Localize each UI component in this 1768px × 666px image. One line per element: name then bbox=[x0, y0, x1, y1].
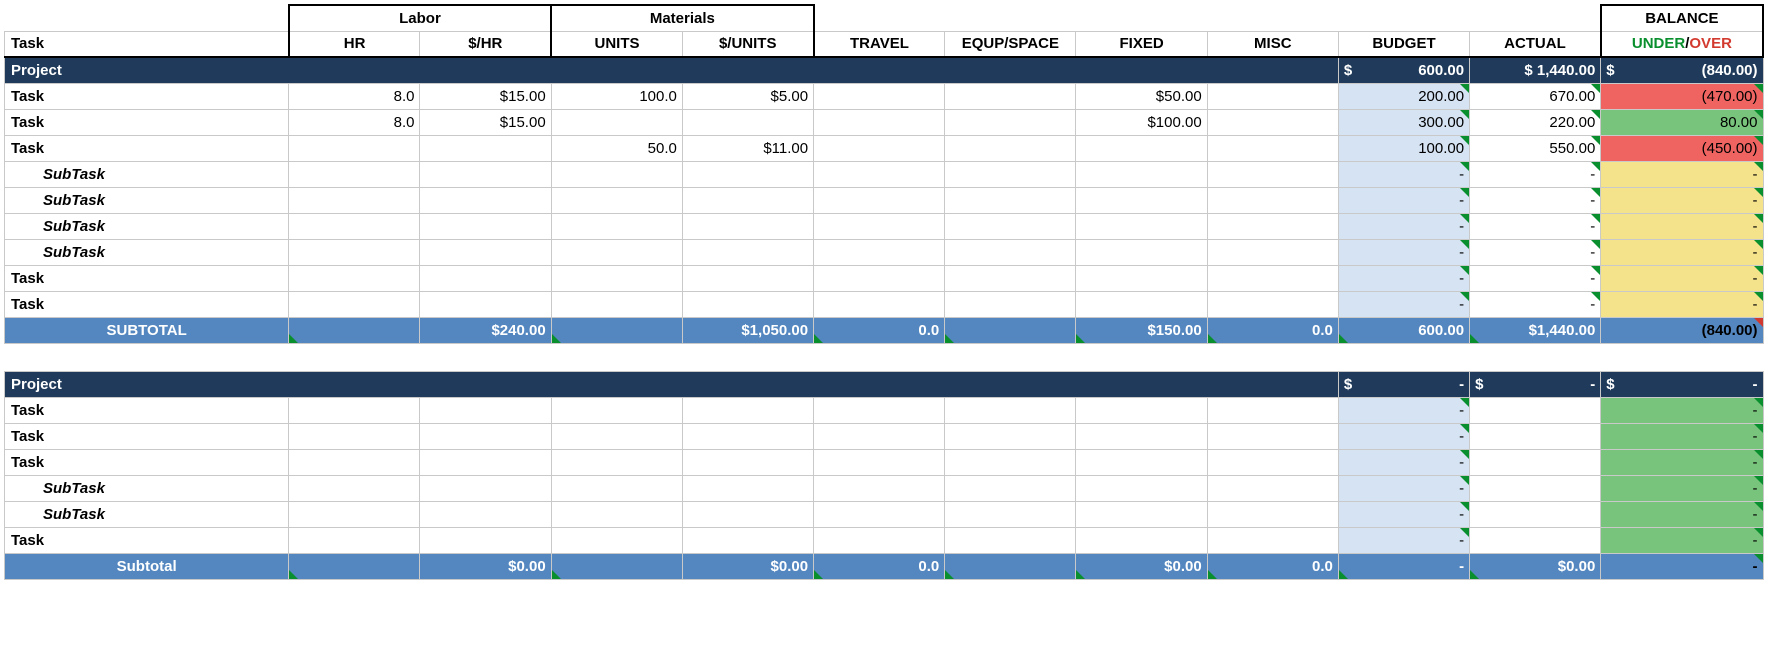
table-row[interactable]: SubTask-- bbox=[5, 501, 1764, 527]
project-row[interactable]: Project $600.00 $ 1,440.00 $(840.00) bbox=[5, 57, 1764, 83]
header-actual: ACTUAL bbox=[1470, 31, 1601, 57]
header-balance-underover: UNDER/OVER bbox=[1601, 31, 1763, 57]
header-materials-group: Materials bbox=[551, 5, 813, 31]
header-fixed: FIXED bbox=[1076, 31, 1207, 57]
table-row[interactable]: Task-- bbox=[5, 397, 1764, 423]
header-travel: TRAVEL bbox=[814, 31, 945, 57]
table-row[interactable]: Task-- bbox=[5, 449, 1764, 475]
table-row[interactable]: Task--- bbox=[5, 291, 1764, 317]
header-labor-group: Labor bbox=[289, 5, 551, 31]
header-materials-rate: $/UNITS bbox=[682, 31, 813, 57]
budget-spreadsheet[interactable]: Labor Materials BALANCE Task HR $/HR UNI… bbox=[4, 4, 1764, 580]
table-row[interactable]: SubTask--- bbox=[5, 161, 1764, 187]
table-row[interactable]: SubTask-- bbox=[5, 475, 1764, 501]
table-row[interactable]: SubTask--- bbox=[5, 239, 1764, 265]
header-labor-hr: HR bbox=[289, 31, 420, 57]
table-row[interactable]: SubTask--- bbox=[5, 187, 1764, 213]
table-row[interactable]: Task50.0$11.00100.00550.00(450.00) bbox=[5, 135, 1764, 161]
header-labor-rate: $/HR bbox=[420, 31, 551, 57]
table-row[interactable]: Task-- bbox=[5, 423, 1764, 449]
header-materials-units: UNITS bbox=[551, 31, 682, 57]
header-task: Task bbox=[5, 31, 289, 57]
header-equp: EQUP/SPACE bbox=[945, 31, 1076, 57]
table-row[interactable]: Task8.0$15.00$100.00300.00220.0080.00 bbox=[5, 109, 1764, 135]
table-row[interactable]: SubTask--- bbox=[5, 213, 1764, 239]
subtotal-row: SUBTOTAL $240.00 $1,050.00 0.0 $150.00 0… bbox=[5, 317, 1764, 343]
subtotal-row: Subtotal $0.00 $0.00 0.0 $0.00 0.0 - $0.… bbox=[5, 553, 1764, 579]
table-row[interactable]: Task--- bbox=[5, 265, 1764, 291]
header-budget: BUDGET bbox=[1338, 31, 1469, 57]
table-row[interactable]: Task8.0$15.00100.0$5.00$50.00200.00670.0… bbox=[5, 83, 1764, 109]
project-row[interactable]: Project $- $- $- bbox=[5, 371, 1764, 397]
header-balance: BALANCE bbox=[1601, 5, 1763, 31]
header-misc: MISC bbox=[1207, 31, 1338, 57]
table-row[interactable]: Task-- bbox=[5, 527, 1764, 553]
